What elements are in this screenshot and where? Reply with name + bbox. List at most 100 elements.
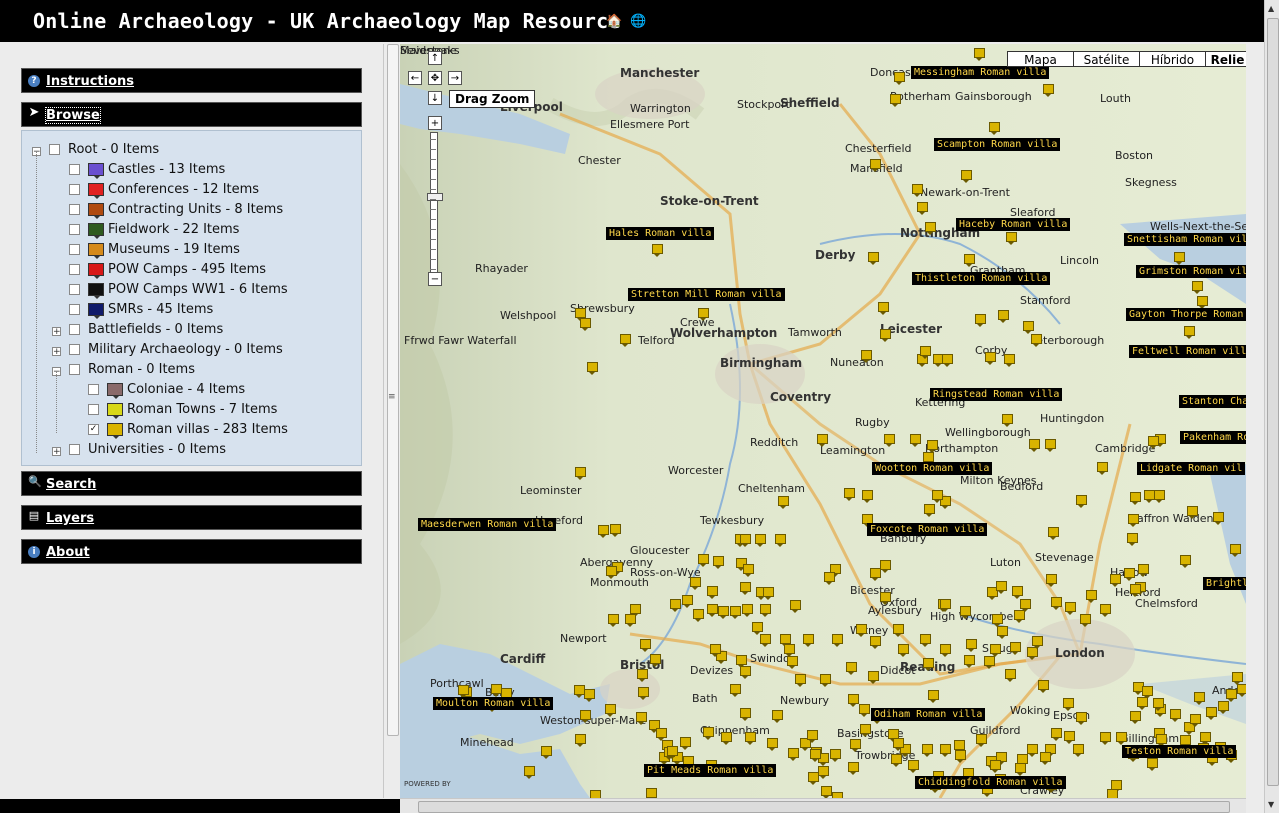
villa-marker-icon[interactable] bbox=[1116, 732, 1127, 745]
villa-marker-icon[interactable] bbox=[730, 606, 741, 619]
villa-marker-icon[interactable] bbox=[862, 490, 873, 503]
pan-center-button[interactable]: ✥ bbox=[428, 71, 442, 85]
villa-marker-icon[interactable] bbox=[1110, 574, 1121, 587]
villa-marker-icon[interactable] bbox=[923, 658, 934, 671]
villa-marker-icon[interactable] bbox=[1006, 232, 1017, 245]
villa-marker-icon[interactable] bbox=[707, 586, 718, 599]
villa-marker-icon[interactable] bbox=[850, 739, 861, 752]
tree-checkbox[interactable] bbox=[69, 344, 80, 355]
villa-marker-icon[interactable] bbox=[1107, 789, 1118, 798]
villa-marker-icon[interactable] bbox=[880, 329, 891, 342]
villa-marker-icon[interactable] bbox=[870, 159, 881, 172]
map-horizontal-scrollbar-thumb[interactable] bbox=[418, 801, 1230, 813]
villa-marker-icon[interactable] bbox=[763, 587, 774, 600]
villa-marker-icon[interactable] bbox=[721, 732, 732, 745]
tree-checkbox[interactable] bbox=[69, 224, 80, 235]
villa-marker-icon[interactable] bbox=[524, 766, 535, 779]
pan-up-button[interactable]: ↑ bbox=[428, 51, 442, 65]
villa-marker-icon[interactable] bbox=[584, 689, 595, 702]
splitter-scrollbar[interactable] bbox=[387, 44, 399, 736]
villa-marker-icon[interactable] bbox=[790, 600, 801, 613]
villa-marker-icon[interactable] bbox=[1004, 354, 1015, 367]
villa-marker-icon[interactable] bbox=[890, 94, 901, 107]
villa-marker-icon[interactable] bbox=[743, 564, 754, 577]
tree-node-label[interactable]: Universities - 0 Items bbox=[88, 442, 226, 457]
villa-marker-icon[interactable] bbox=[1128, 514, 1139, 527]
villa-marker-icon[interactable] bbox=[1048, 527, 1059, 540]
villa-marker-icon[interactable] bbox=[942, 354, 953, 367]
villa-marker-icon[interactable] bbox=[817, 434, 828, 447]
villa-marker-icon[interactable] bbox=[755, 534, 766, 547]
tree-checkbox[interactable] bbox=[69, 164, 80, 175]
villa-marker-icon[interactable] bbox=[996, 581, 1007, 594]
villa-marker-icon[interactable] bbox=[927, 440, 938, 453]
villa-marker-icon[interactable] bbox=[767, 738, 778, 751]
tree-node-label[interactable]: Battlefields - 0 Items bbox=[88, 322, 223, 337]
villa-marker-icon[interactable] bbox=[1076, 712, 1087, 725]
tree-checkbox[interactable] bbox=[69, 184, 80, 195]
villa-marker-icon[interactable] bbox=[1137, 697, 1148, 710]
tree-node[interactable]: − Roman - 0 Items bbox=[22, 362, 342, 381]
villa-marker-icon[interactable] bbox=[984, 656, 995, 669]
villa-marker-icon[interactable] bbox=[1073, 744, 1084, 757]
villa-marker-icon[interactable] bbox=[923, 452, 934, 465]
pan-right-button[interactable]: → bbox=[448, 71, 462, 85]
villa-marker-icon[interactable] bbox=[760, 634, 771, 647]
villa-label[interactable]: Odiham Roman villa bbox=[871, 708, 986, 721]
tree-node-label[interactable]: SMRs - 45 Items bbox=[108, 302, 213, 317]
villa-marker-icon[interactable] bbox=[998, 310, 1009, 323]
map-horizontal-scrollbar[interactable] bbox=[400, 798, 1246, 813]
villa-marker-icon[interactable] bbox=[1031, 334, 1042, 347]
villa-label[interactable]: Snettisham Roman vil bbox=[1124, 233, 1246, 246]
villa-marker-icon[interactable] bbox=[910, 434, 921, 447]
villa-marker-icon[interactable] bbox=[1180, 555, 1191, 568]
villa-marker-icon[interactable] bbox=[787, 656, 798, 669]
villa-marker-icon[interactable] bbox=[1051, 597, 1062, 610]
tree-node[interactable]: + Military Archaeology - 0 Items bbox=[22, 342, 342, 361]
villa-marker-icon[interactable] bbox=[1124, 568, 1135, 581]
page-vertical-scrollbar[interactable]: ▲ ▼ bbox=[1264, 0, 1279, 813]
tree-checkbox[interactable] bbox=[88, 404, 99, 415]
villa-marker-icon[interactable] bbox=[1045, 439, 1056, 452]
villa-marker-icon[interactable] bbox=[1226, 689, 1237, 702]
villa-marker-icon[interactable] bbox=[1180, 735, 1191, 748]
villa-marker-icon[interactable] bbox=[656, 728, 667, 741]
about-label[interactable]: About bbox=[46, 545, 90, 560]
map-type-mapa[interactable]: Mapa bbox=[1007, 51, 1074, 67]
villa-marker-icon[interactable] bbox=[1065, 602, 1076, 615]
villa-label[interactable]: Grimston Roman vil bbox=[1136, 265, 1246, 278]
villa-marker-icon[interactable] bbox=[740, 534, 751, 547]
villa-marker-icon[interactable] bbox=[1130, 584, 1141, 597]
villa-marker-icon[interactable] bbox=[1051, 728, 1062, 741]
villa-label[interactable]: Ringstead Roman villa bbox=[930, 388, 1063, 401]
villa-marker-icon[interactable] bbox=[868, 671, 879, 684]
villa-marker-icon[interactable] bbox=[742, 604, 753, 617]
villa-marker-icon[interactable] bbox=[1232, 672, 1243, 685]
villa-marker-icon[interactable] bbox=[954, 740, 965, 753]
villa-marker-icon[interactable] bbox=[605, 704, 616, 717]
map-type-relieve[interactable]: Relie bbox=[1205, 51, 1246, 67]
villa-marker-icon[interactable] bbox=[985, 352, 996, 365]
villa-label[interactable]: Hales Roman villa bbox=[606, 227, 715, 240]
villa-marker-icon[interactable] bbox=[820, 674, 831, 687]
tree-node[interactable]: Contracting Units - 8 Items bbox=[22, 202, 342, 221]
villa-label[interactable]: Maesderwen Roman villa bbox=[418, 518, 557, 531]
tree-node[interactable]: Conferences - 12 Items bbox=[22, 182, 342, 201]
villa-marker-icon[interactable] bbox=[640, 639, 651, 652]
expand-icon[interactable]: + bbox=[52, 347, 61, 357]
tree-node-label[interactable]: POW Camps - 495 Items bbox=[108, 262, 266, 277]
tree-node-label[interactable]: Museums - 19 Items bbox=[108, 242, 240, 257]
villa-marker-icon[interactable] bbox=[1154, 490, 1165, 503]
villa-marker-icon[interactable] bbox=[1038, 680, 1049, 693]
villa-marker-icon[interactable] bbox=[821, 786, 832, 798]
villa-marker-icon[interactable] bbox=[740, 582, 751, 595]
tree-node[interactable]: + Universities - 0 Items bbox=[22, 442, 342, 461]
villa-marker-icon[interactable] bbox=[608, 614, 619, 627]
villa-marker-icon[interactable] bbox=[1130, 711, 1141, 724]
villa-label[interactable]: Feltwell Roman villa bbox=[1129, 345, 1246, 358]
expand-icon[interactable]: + bbox=[52, 447, 61, 457]
villa-marker-icon[interactable] bbox=[1012, 586, 1023, 599]
zoom-out-button[interactable]: − bbox=[428, 272, 442, 286]
villa-marker-icon[interactable] bbox=[580, 710, 591, 723]
villa-marker-icon[interactable] bbox=[974, 48, 985, 61]
